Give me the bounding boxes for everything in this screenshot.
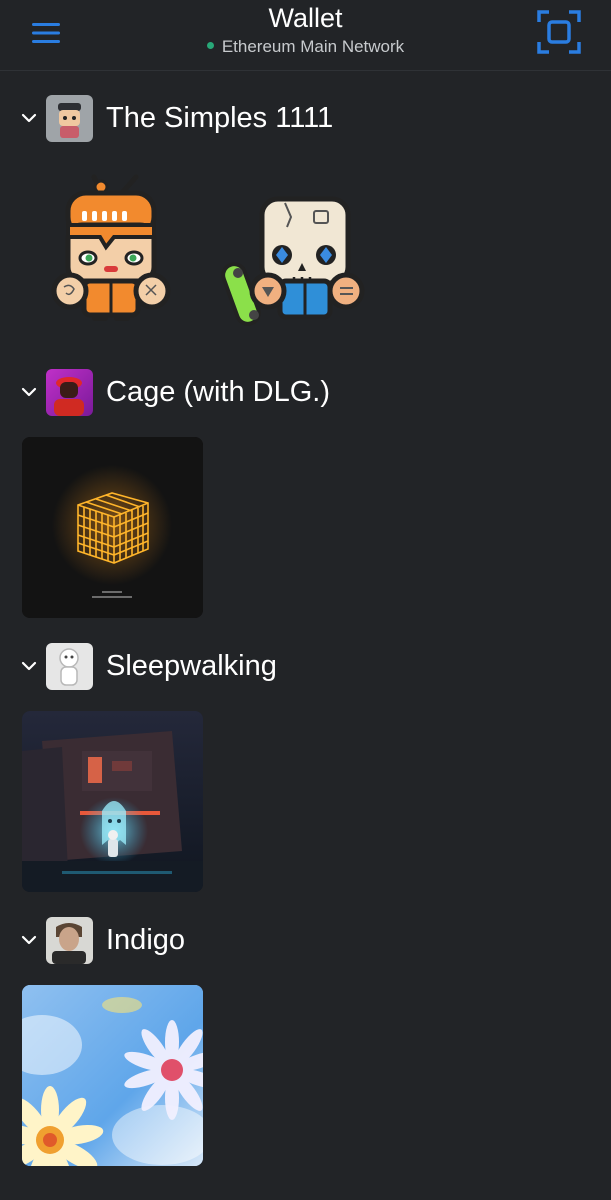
- collection-name: The Simples 1111: [106, 102, 334, 134]
- chevron-down-icon[interactable]: [20, 109, 38, 127]
- collection-name: Indigo: [106, 924, 186, 956]
- scan-qr-button[interactable]: [537, 10, 581, 54]
- daisy-flowers-image: [22, 985, 203, 1166]
- chevron-down-icon[interactable]: [20, 383, 38, 401]
- collection-icon: [46, 643, 93, 690]
- nft-item[interactable]: [22, 163, 203, 344]
- skull-simple-character-image: [221, 196, 365, 326]
- chevron-down-icon[interactable]: [20, 657, 38, 675]
- nft-item[interactable]: [22, 437, 203, 618]
- network-status-dot: [206, 42, 214, 50]
- network-selector[interactable]: Ethereum Main Network: [0, 36, 611, 58]
- orange-simple-character-image: [51, 174, 171, 321]
- collection-icon: [46, 369, 93, 416]
- glowing-cage-cube-image: [22, 437, 203, 618]
- magenta-portrait-icon: [46, 369, 93, 416]
- network-name: Ethereum Main Network: [221, 37, 405, 56]
- white-figure-icon: [46, 643, 93, 690]
- app-header: Wallet Ethereum Main Network: [0, 0, 611, 71]
- scan-icon: [537, 10, 581, 54]
- simples-avatar-icon: [46, 95, 93, 142]
- nft-item[interactable]: [22, 985, 203, 1166]
- collection-name: Sleepwalking: [106, 650, 277, 682]
- collection-header-indigo[interactable]: Indigo: [0, 916, 611, 966]
- chevron-down-icon[interactable]: [20, 931, 38, 949]
- collection-header-simples[interactable]: The Simples 1111: [0, 94, 611, 144]
- page-title: Wallet: [268, 3, 343, 33]
- man-portrait-icon: [46, 917, 93, 964]
- collection-header-sleepwalking[interactable]: Sleepwalking: [0, 642, 611, 692]
- ghost-neon-street-image: [22, 711, 203, 892]
- collection-header-cage[interactable]: Cage (with DLG.): [0, 368, 611, 418]
- nft-item[interactable]: [210, 163, 391, 344]
- collection-icon: [46, 95, 93, 142]
- collection-icon: [46, 917, 93, 964]
- nft-item[interactable]: [22, 711, 203, 892]
- collection-name: Cage (with DLG.): [106, 376, 331, 408]
